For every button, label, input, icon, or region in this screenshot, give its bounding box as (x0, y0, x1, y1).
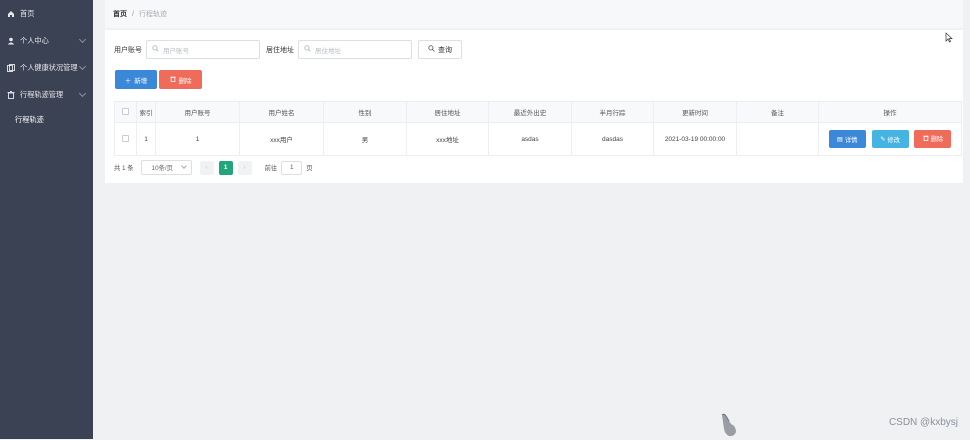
cell-account: 1 (155, 122, 240, 156)
edit-icon: ✎ (880, 135, 886, 143)
sidebar: 首页 个人中心 个人健康状况管理 行程轨迹管理 行程轨迹 (0, 0, 93, 439)
search-icon (304, 45, 311, 54)
account-placeholder: 用户账号 (163, 47, 189, 55)
trash-icon (169, 76, 176, 84)
column-header: 用户姓名 (239, 101, 324, 123)
chevron-down-icon (78, 89, 87, 98)
select-all-checkbox[interactable] (122, 107, 129, 115)
column-header: 最近外出史 (488, 101, 572, 123)
chevron-right-icon: › (243, 164, 246, 171)
sidebar-item-trip-management[interactable]: 行程轨迹管理 (0, 81, 93, 108)
cell-index: 1 (136, 122, 156, 156)
search-icon (152, 45, 159, 54)
trip-table: 索引 用户账号 用户姓名 性别 居住地址 最近外出史 半月行踪 更新时间 备注 … (114, 101, 962, 156)
account-search-input[interactable]: 用户账号 (146, 40, 260, 59)
address-label: 居住地址 (266, 46, 294, 54)
copy-icon (7, 63, 15, 72)
row-checkbox[interactable] (122, 134, 129, 142)
pointer-hand-icon (718, 412, 740, 440)
document-icon: ▤ (836, 135, 843, 143)
column-header: 居住地址 (406, 101, 489, 123)
column-header: 半月行踪 (571, 101, 654, 123)
sidebar-item-personal-center[interactable]: 个人中心 (0, 27, 93, 54)
next-page-button[interactable]: › (237, 160, 252, 175)
cell-operations: ▤ 详情 ✎ 修改 删除 (818, 122, 962, 156)
page-size-value: 10条/页 (151, 165, 173, 172)
column-header: 备注 (736, 101, 819, 123)
mouse-cursor-icon (945, 32, 953, 45)
query-button[interactable]: 查询 (418, 40, 462, 59)
user-icon (7, 37, 15, 45)
chevron-down-icon (180, 163, 187, 169)
address-placeholder: 居住地址 (315, 47, 341, 55)
cell-recent-trip: asdas (488, 122, 572, 156)
batch-delete-button[interactable]: 删除 (159, 70, 202, 89)
edit-button[interactable]: ✎ 修改 (871, 130, 909, 149)
sidebar-item-label: 行程轨迹管理 (20, 89, 64, 99)
account-label: 用户账号 (114, 46, 142, 54)
add-button[interactable]: ＋ 新增 (115, 70, 157, 89)
action-bar: ＋ 新增 删除 (115, 70, 202, 89)
sidebar-subitem-trip[interactable]: 行程轨迹 (0, 108, 93, 132)
select-all-cell[interactable] (114, 101, 137, 123)
row-delete-button[interactable]: 删除 (914, 129, 952, 148)
row-select-cell[interactable] (114, 122, 137, 156)
breadcrumb: 首页 / 行程轨迹 (105, 0, 963, 28)
search-icon (428, 45, 435, 54)
prev-page-button[interactable]: ‹ (199, 160, 214, 175)
table-header-row: 索引 用户账号 用户姓名 性别 居住地址 最近外出史 半月行踪 更新时间 备注 … (114, 101, 962, 123)
trash-icon (922, 135, 929, 143)
main-content: 首页 / 行程轨迹 用户账号 用户账号 居住地址 居住地址 查询 ＋ 新增 删除… (93, 0, 970, 439)
breadcrumb-separator: / (132, 10, 134, 18)
column-header: 性别 (323, 101, 407, 123)
cell-half-month: dasdas (571, 122, 654, 156)
trash-icon (7, 90, 15, 99)
content-panel: 用户账号 用户账号 居住地址 居住地址 查询 ＋ 新增 删除 索引 用户账号 用… (105, 30, 963, 183)
column-header: 用户账号 (155, 101, 240, 123)
cell-gender: 男 (323, 122, 407, 156)
sidebar-item-home[interactable]: 首页 (0, 0, 93, 27)
detail-button-label: 详情 (844, 136, 858, 144)
cell-updated: 2021-03-19 00:00:00 (653, 122, 737, 156)
chevron-down-icon (78, 62, 87, 71)
query-button-label: 查询 (438, 46, 452, 54)
delete-button-label: 删除 (178, 77, 192, 85)
address-search-input[interactable]: 居住地址 (298, 40, 412, 59)
goto-page-input[interactable]: 1 (281, 160, 303, 175)
row-delete-button-label: 删除 (930, 136, 944, 144)
add-button-label: 新增 (134, 77, 148, 85)
sidebar-item-label: 个人中心 (20, 35, 49, 45)
table-row: 1 1 xxx用户 男 xxx地址 asdas dasdas 2021-03-1… (114, 122, 962, 156)
column-header: 更新时间 (653, 101, 737, 123)
chevron-left-icon: ‹ (205, 164, 208, 171)
sidebar-item-label: 个人健康状况管理 (20, 62, 78, 72)
home-icon (7, 10, 15, 18)
total-count: 共 1 条 (114, 165, 134, 172)
breadcrumb-home[interactable]: 首页 (113, 9, 127, 19)
edit-button-label: 修改 (887, 136, 900, 144)
cell-name: xxx用户 (239, 122, 324, 156)
cell-remark (736, 122, 819, 156)
breadcrumb-current: 行程轨迹 (138, 11, 167, 18)
watermark: CSDN @kxbysj (888, 417, 958, 428)
page-unit-label: 页 (306, 165, 313, 172)
chevron-down-icon (78, 35, 87, 44)
page-size-select[interactable]: 10条/页 (140, 160, 192, 175)
plus-icon: ＋ (124, 77, 132, 85)
column-header: 操作 (818, 101, 962, 123)
column-header: 索引 (136, 101, 156, 123)
goto-label: 前往 (264, 165, 278, 172)
pagination: 共 1 条 10条/页 ‹ 1 › 前往 1 页 (114, 160, 313, 175)
sidebar-item-health-management[interactable]: 个人健康状况管理 (0, 54, 93, 81)
page-number[interactable]: 1 (218, 160, 233, 175)
sidebar-item-label: 首页 (20, 8, 35, 18)
cell-address: xxx地址 (406, 122, 489, 156)
search-form: 用户账号 用户账号 居住地址 居住地址 查询 (114, 40, 462, 59)
detail-button[interactable]: ▤ 详情 (828, 130, 866, 149)
